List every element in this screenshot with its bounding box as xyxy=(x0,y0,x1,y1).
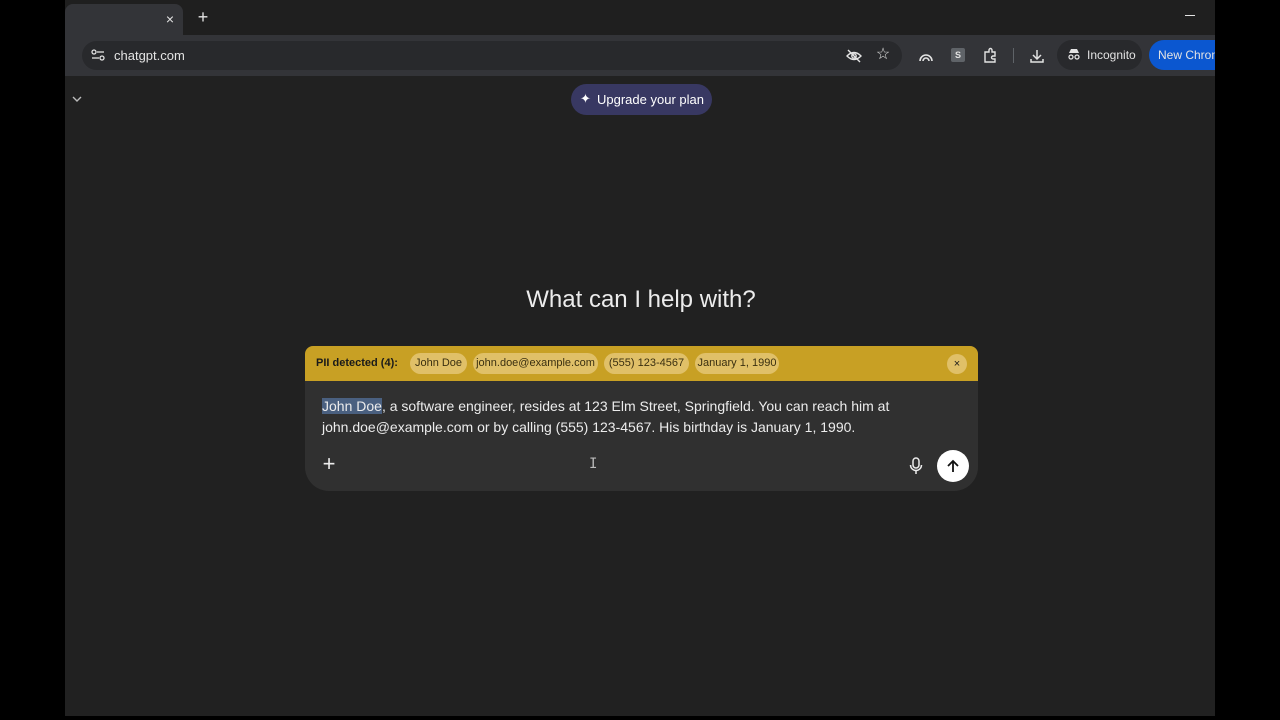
mic-icon[interactable] xyxy=(908,457,924,475)
new-chrome-button[interactable]: New Chrome xyxy=(1149,40,1215,70)
minimize-icon[interactable] xyxy=(1183,6,1199,22)
pii-chip-phone[interactable]: (555) 123-4567 xyxy=(604,353,689,374)
upgrade-plan-button[interactable]: ✦ Upgrade your plan xyxy=(571,84,712,115)
sparkle-icon: ✦ xyxy=(580,91,591,106)
incognito-indicator[interactable]: Incognito xyxy=(1057,40,1142,70)
browser-window: × + chatgpt.com ☆ S Incognito New Chro ✦… xyxy=(65,0,1215,716)
bookmark-star-icon[interactable]: ☆ xyxy=(874,46,892,64)
browser-toolbar: chatgpt.com ☆ S Incognito New Chrome xyxy=(65,35,1215,76)
page-title: What can I help with? xyxy=(526,286,756,313)
highlighted-name: John Doe xyxy=(322,398,382,414)
new-chrome-label: New Chrome xyxy=(1158,48,1215,62)
arrow-up-icon xyxy=(947,459,959,472)
url-text[interactable]: chatgpt.com xyxy=(114,48,185,63)
tab-close-icon[interactable]: × xyxy=(162,11,178,27)
attach-plus-icon[interactable]: + xyxy=(320,453,338,475)
toolbar-divider xyxy=(1013,48,1014,63)
pii-chip-email[interactable]: john.doe@example.com xyxy=(473,353,598,374)
address-bar[interactable]: chatgpt.com ☆ xyxy=(82,41,902,70)
pii-chip-birthday[interactable]: January 1, 1990 xyxy=(695,353,779,374)
text-cursor: I xyxy=(589,456,598,472)
pii-warning-banner: PII detected (4): John Doe john.doe@exam… xyxy=(305,346,978,381)
extension-arc-icon[interactable] xyxy=(917,47,935,65)
tab-strip: × + xyxy=(65,0,1215,35)
send-button[interactable] xyxy=(937,450,969,482)
new-tab-plus-icon[interactable]: + xyxy=(193,8,213,28)
prompt-input[interactable]: John Doe, a software engineer, resides a… xyxy=(322,396,942,438)
prompt-text: , a software engineer, resides at 123 El… xyxy=(322,398,890,435)
upgrade-plan-label: Upgrade your plan xyxy=(597,92,704,107)
chevron-down-icon[interactable] xyxy=(70,92,84,106)
download-icon[interactable] xyxy=(1028,47,1046,65)
site-info-icon[interactable] xyxy=(90,47,106,63)
prompt-composer[interactable]: John Doe, a software engineer, resides a… xyxy=(305,381,978,491)
pii-chip-name[interactable]: John Doe xyxy=(410,353,467,374)
pii-close-icon[interactable]: × xyxy=(947,354,967,374)
incognito-icon xyxy=(1067,47,1081,61)
pii-title: PII detected (4): xyxy=(316,357,398,369)
eye-off-icon[interactable] xyxy=(845,47,863,65)
puzzle-icon[interactable] xyxy=(981,47,999,65)
active-tab[interactable]: × xyxy=(65,4,183,35)
extension-s-icon[interactable]: S xyxy=(951,48,965,62)
incognito-label: Incognito xyxy=(1087,48,1136,62)
